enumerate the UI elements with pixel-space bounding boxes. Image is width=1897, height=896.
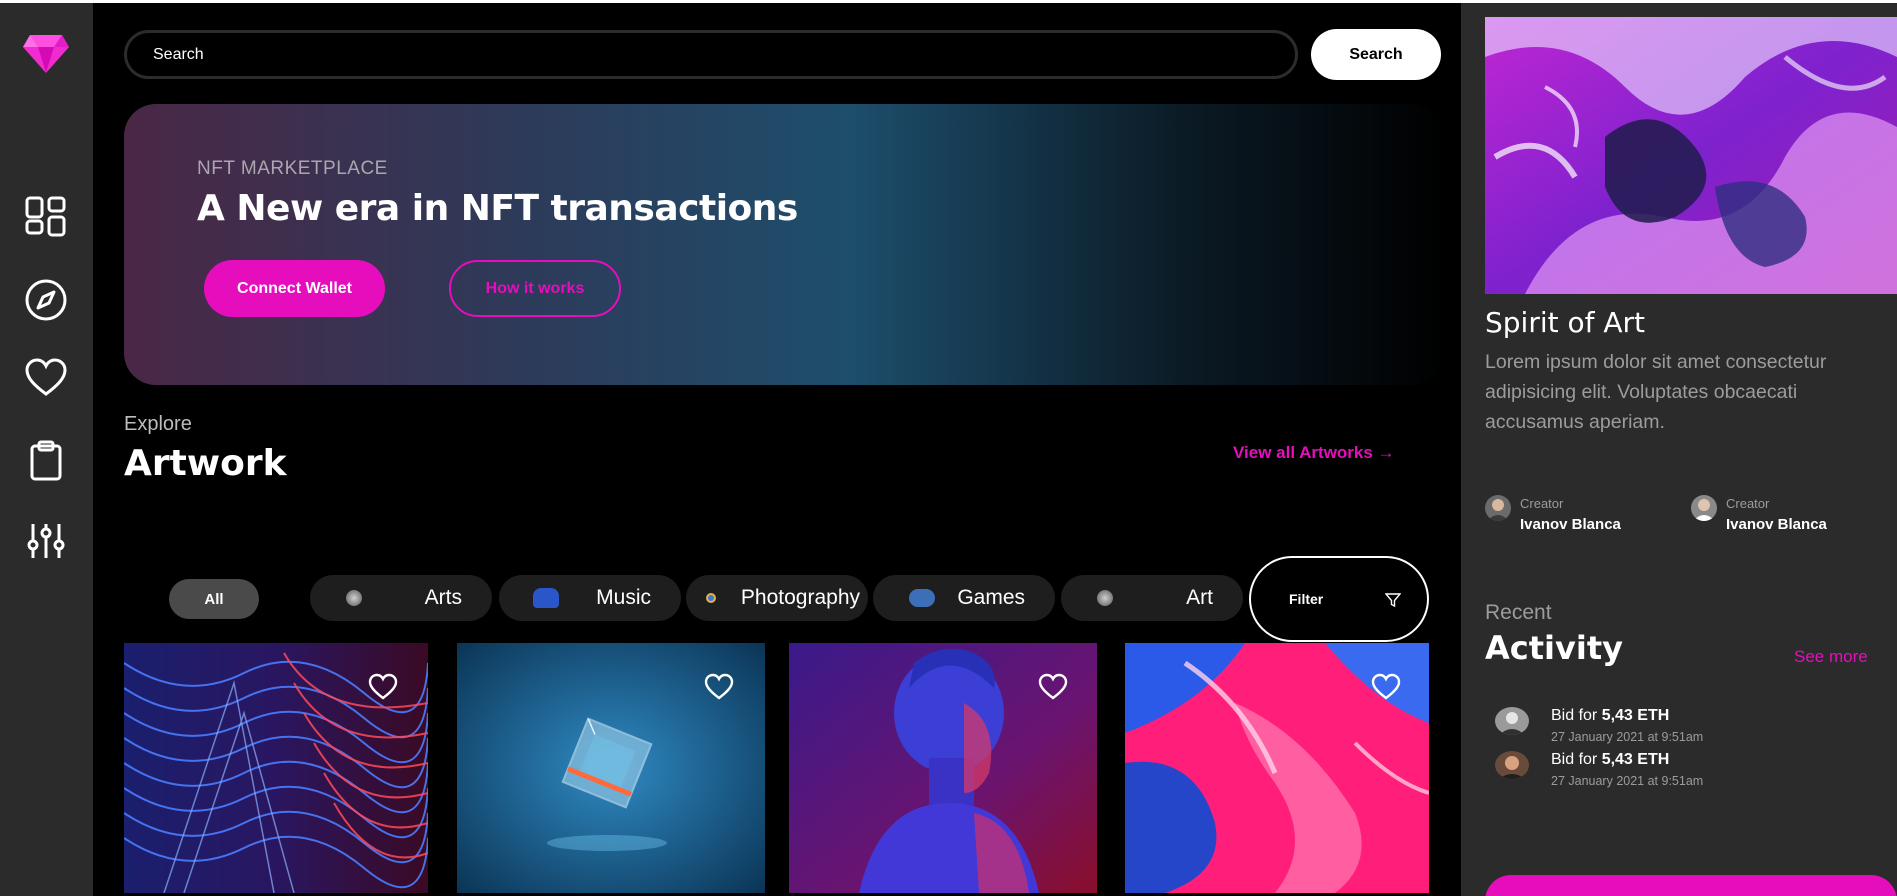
activity-bid-line: Bid for 5,43 ETH	[1551, 751, 1670, 768]
hero-title: A New era in NFT transactions	[197, 188, 798, 229]
search-button[interactable]: Search	[1311, 29, 1441, 80]
category-chip-all[interactable]: All	[169, 579, 259, 619]
right-panel: Spirit of Art Lorem ipsum dolor sit amet…	[1461, 3, 1897, 896]
favorite-heart-icon[interactable]	[1371, 673, 1401, 701]
creator-role: Creator	[1726, 496, 1770, 511]
category-label: Games	[957, 586, 1025, 609]
category-label: Photography	[740, 586, 860, 609]
category-label: Arts	[424, 586, 462, 609]
explore-eyebrow: Explore	[124, 413, 192, 435]
category-chip-music[interactable]: Music	[499, 575, 681, 621]
compass-icon[interactable]	[22, 276, 70, 324]
filter-button[interactable]: Filter	[1249, 556, 1429, 642]
creator-role: Creator	[1520, 496, 1564, 511]
search-input[interactable]	[124, 30, 1298, 79]
activity-item[interactable]: Bid for 5,43 ETH 27 January 2021 at 9:51…	[1495, 749, 1875, 793]
favorite-heart-icon[interactable]	[704, 673, 734, 701]
activity-item[interactable]: Bid for 5,43 ETH 27 January 2021 at 9:51…	[1495, 705, 1875, 749]
activity-time: 27 January 2021 at 9:51am	[1551, 730, 1704, 744]
creator-name: Ivanov Blanca	[1520, 516, 1621, 533]
featured-title: Spirit of Art	[1485, 306, 1646, 339]
category-label: All	[204, 590, 224, 608]
avatar	[1495, 707, 1529, 735]
main-content: Search NFT MARKETPLACE A New era in NFT …	[93, 3, 1461, 896]
activity-bid-line: Bid for 5,43 ETH	[1551, 707, 1670, 724]
sliders-icon[interactable]	[22, 517, 70, 565]
hero-eyebrow: NFT MARKETPLACE	[197, 158, 388, 179]
panel-action-button[interactable]	[1485, 875, 1897, 896]
camera-icon	[706, 593, 716, 603]
artwork-card-waves[interactable]	[124, 643, 428, 893]
filter-label: Filter	[1289, 591, 1324, 607]
avatar	[1485, 495, 1511, 521]
artwork-card-statue[interactable]	[789, 643, 1097, 893]
headphones-icon	[533, 588, 559, 608]
recent-eyebrow: Recent	[1485, 601, 1552, 624]
favorite-heart-icon[interactable]	[368, 673, 398, 701]
creator-name: Ivanov Blanca	[1726, 516, 1827, 533]
view-all-artworks-link[interactable]: View all Artworks →	[1233, 443, 1395, 463]
hero-banner: NFT MARKETPLACE A New era in NFT transac…	[124, 104, 1444, 385]
favorite-heart-icon[interactable]	[1038, 673, 1068, 701]
sidebar	[0, 3, 93, 896]
gamepad-icon	[909, 589, 935, 607]
category-chip-photography[interactable]: Photography	[686, 575, 868, 621]
artwork-card-cube[interactable]	[457, 643, 765, 893]
artwork-title: Artwork	[124, 443, 287, 484]
see-more-link[interactable]: See more	[1794, 647, 1868, 667]
diamond-logo[interactable]	[22, 33, 70, 75]
category-chip-art[interactable]: Art	[1061, 575, 1243, 621]
avatar	[1691, 495, 1717, 521]
creator-card[interactable]: Creator Ivanov Blanca	[1691, 493, 1891, 537]
how-it-works-button[interactable]: How it works	[449, 260, 621, 317]
category-chip-arts[interactable]: Arts	[310, 575, 492, 621]
creator-card[interactable]: Creator Ivanov Blanca	[1485, 493, 1685, 537]
clipboard-icon[interactable]	[22, 437, 70, 485]
activity-title: Activity	[1485, 629, 1623, 667]
filter-icon	[1385, 593, 1401, 608]
dashboard-icon[interactable]	[22, 193, 70, 241]
category-label: Art	[1186, 586, 1213, 609]
art-thumb-icon	[1097, 590, 1113, 606]
activity-time: 27 January 2021 at 9:51am	[1551, 774, 1704, 788]
heart-icon[interactable]	[22, 354, 70, 402]
category-label: Music	[596, 586, 651, 609]
category-chip-games[interactable]: Games	[873, 575, 1055, 621]
arts-thumb-icon	[346, 590, 362, 606]
featured-artwork-image[interactable]	[1485, 17, 1897, 294]
connect-wallet-button[interactable]: Connect Wallet	[204, 260, 385, 317]
app-window: Search NFT MARKETPLACE A New era in NFT …	[0, 3, 1897, 896]
featured-description: Lorem ipsum dolor sit amet consectetur a…	[1485, 351, 1827, 433]
artwork-card-paint[interactable]	[1125, 643, 1429, 893]
avatar	[1495, 751, 1529, 779]
